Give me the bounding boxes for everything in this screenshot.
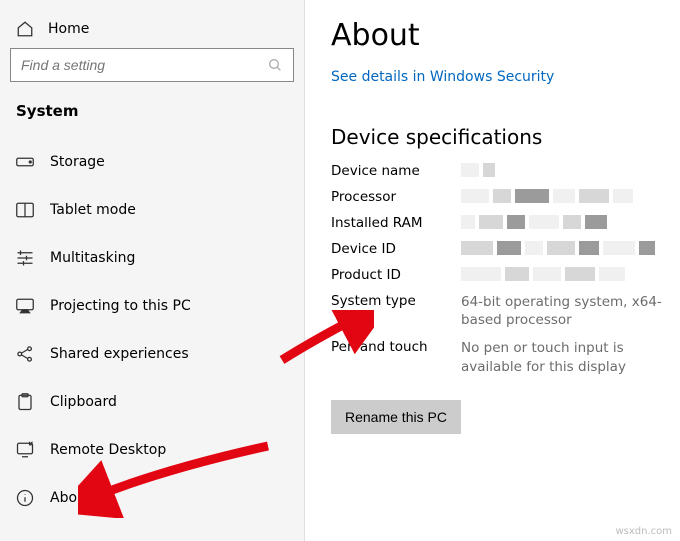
watermark: wsxdn.com [615, 526, 672, 537]
nav-label: Multitasking [50, 250, 135, 266]
projecting-icon [16, 297, 34, 315]
shared-icon [16, 345, 34, 363]
clipboard-icon [16, 393, 34, 411]
about-icon [16, 489, 34, 507]
spec-label-device-id: Device ID [331, 241, 461, 257]
nav-list: Storage Tablet mode Multitasking Project… [0, 128, 304, 522]
nav-item-about[interactable]: About [0, 474, 304, 522]
home-label: Home [48, 21, 89, 37]
spec-value-device-name [461, 163, 670, 177]
main-panel: About See details in Windows Security De… [305, 0, 680, 541]
spec-value-product-id [461, 267, 670, 281]
nav-label: Storage [50, 154, 105, 170]
spec-value-device-id [461, 241, 670, 255]
spec-value-system-type: 64-bit operating system, x64-based proce… [461, 293, 670, 329]
nav-item-multitask[interactable]: Multitasking [0, 234, 304, 282]
nav-item-shared[interactable]: Shared experiences [0, 330, 304, 378]
nav-item-remote[interactable]: Remote Desktop [0, 426, 304, 474]
nav-item-tablet[interactable]: Tablet mode [0, 186, 304, 234]
subheader: Device specifications [331, 125, 670, 149]
search-icon [267, 57, 283, 73]
nav-label: Shared experiences [50, 346, 189, 362]
spec-value-pen: No pen or touch input is available for t… [461, 339, 670, 375]
sidebar: Home System Storage Tablet [0, 0, 305, 541]
nav-label: Clipboard [50, 394, 117, 410]
search-box[interactable] [10, 48, 294, 82]
remote-icon [16, 441, 34, 459]
security-link[interactable]: See details in Windows Security [331, 69, 670, 85]
spec-value-ram [461, 215, 670, 229]
nav-item-projecting[interactable]: Projecting to this PC [0, 282, 304, 330]
spec-label-pen: Pen and touch [331, 339, 461, 355]
spec-label-processor: Processor [331, 189, 461, 205]
nav-label: Projecting to this PC [50, 298, 191, 314]
page-title: About [331, 18, 670, 53]
storage-icon [16, 153, 34, 171]
home-icon [16, 20, 34, 38]
rename-button[interactable]: Rename this PC [331, 400, 461, 434]
search-input[interactable] [21, 57, 267, 73]
spec-label-system-type: System type [331, 293, 461, 309]
multitask-icon [16, 249, 34, 267]
nav-label: About [50, 490, 91, 506]
spec-label-ram: Installed RAM [331, 215, 461, 231]
section-header: System [0, 92, 304, 128]
nav-label: Remote Desktop [50, 442, 166, 458]
spec-label-device-name: Device name [331, 163, 461, 179]
spec-value-processor [461, 189, 670, 203]
nav-item-clipboard[interactable]: Clipboard [0, 378, 304, 426]
tablet-icon [16, 201, 34, 219]
nav-item-storage[interactable]: Storage [0, 138, 304, 186]
nav-label: Tablet mode [50, 202, 136, 218]
home-button[interactable]: Home [0, 14, 304, 48]
spec-label-product-id: Product ID [331, 267, 461, 283]
